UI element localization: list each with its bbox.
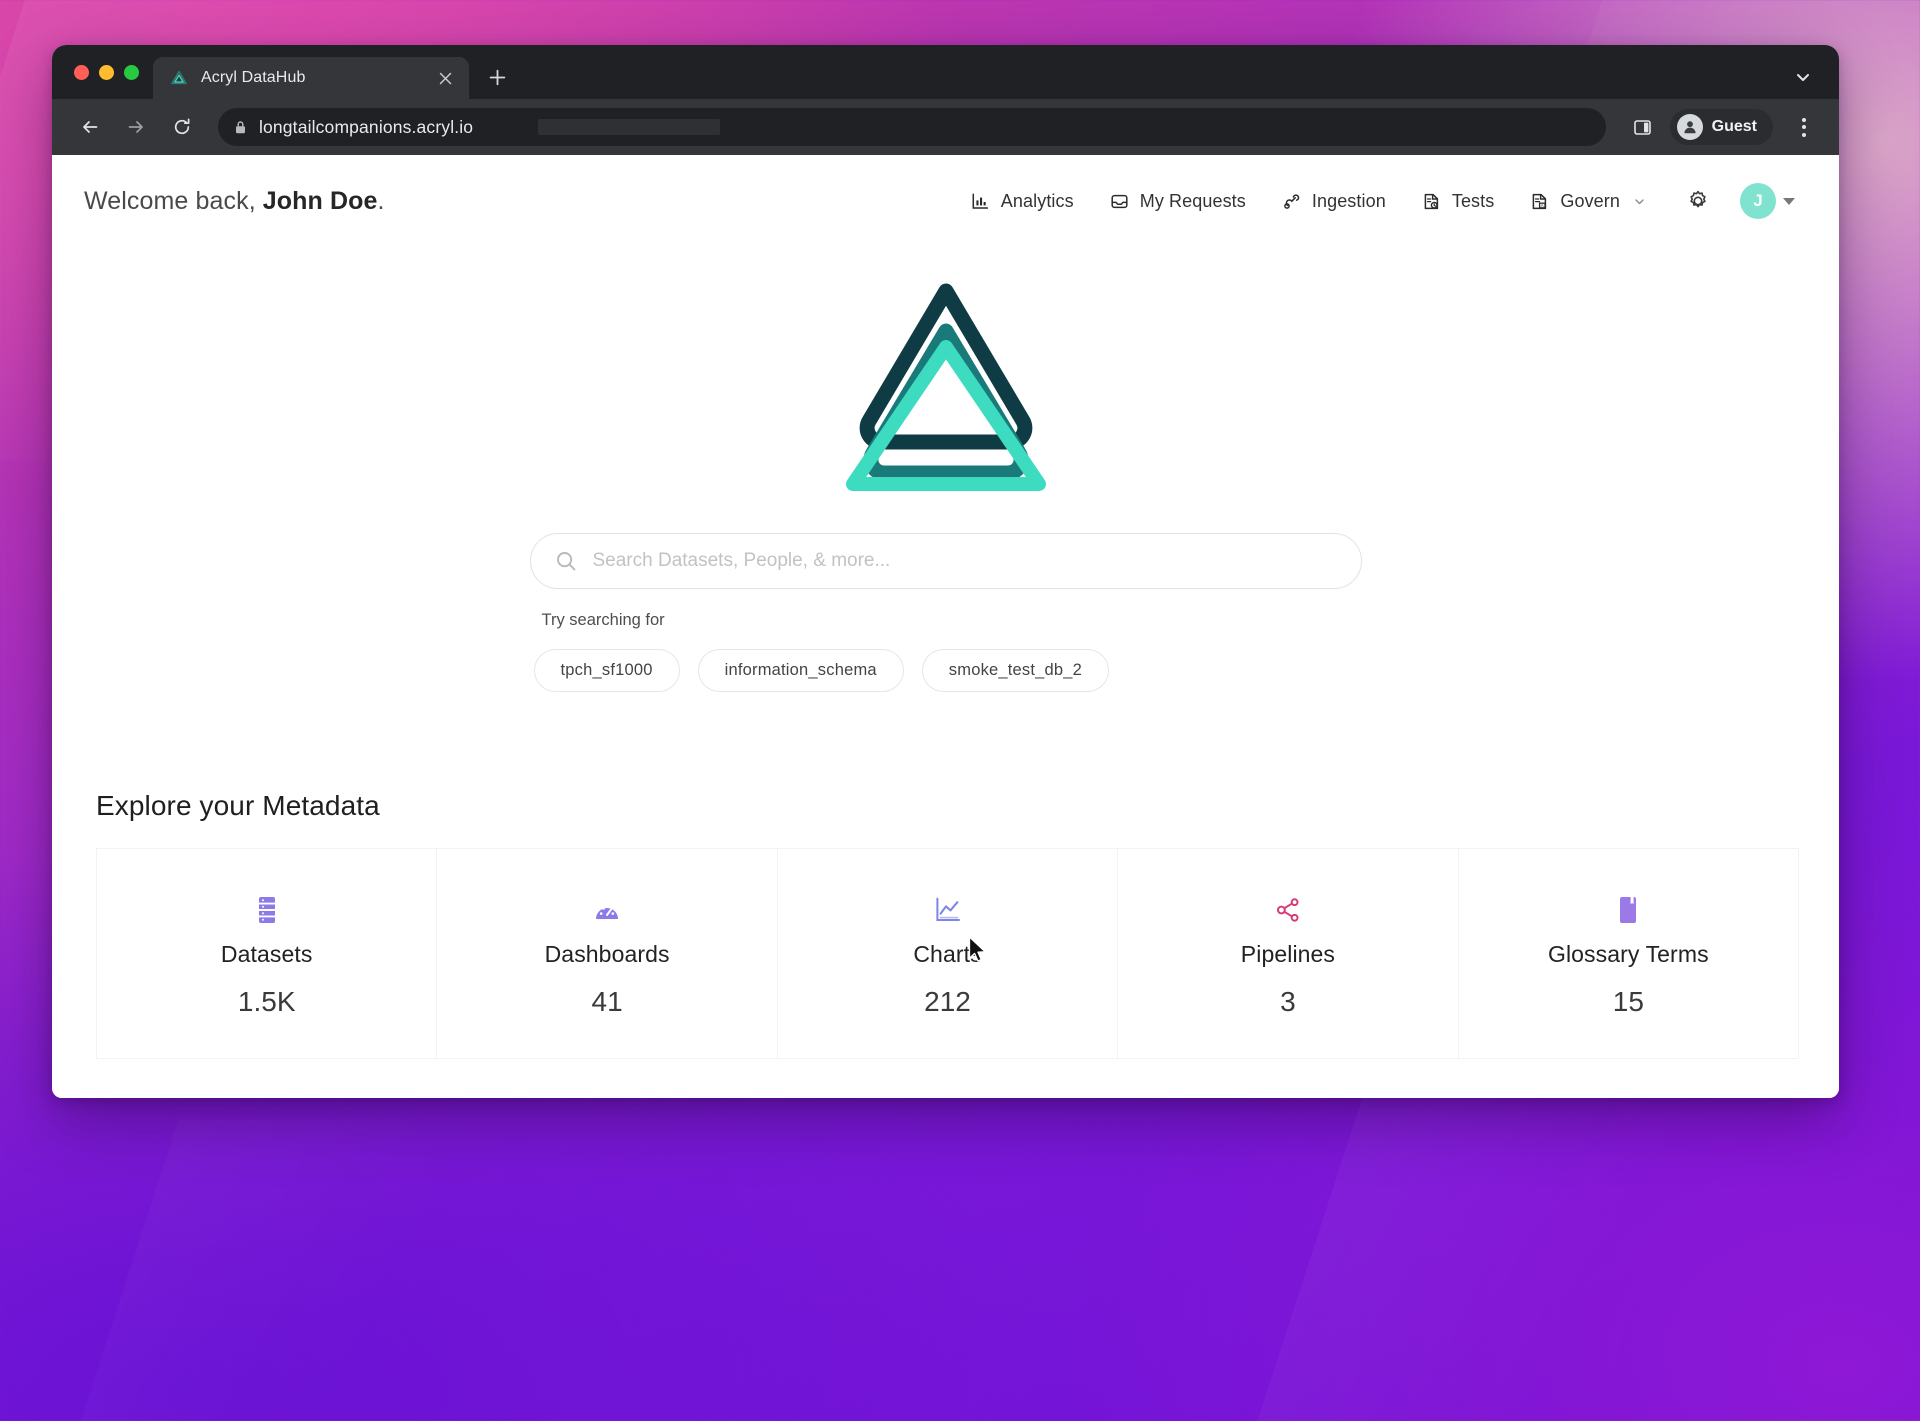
new-tab-button[interactable] [479,59,515,95]
avatar[interactable]: J [1740,183,1776,219]
ingestion-icon [1282,192,1301,211]
browser-window: Acryl DataHub longtailcompanions.acryl.i… [52,45,1839,1098]
browser-tab-title: Acryl DataHub [201,69,306,86]
metadata-card-label: Pipelines [1240,941,1336,967]
nav-item-govern[interactable]: A Govern [1512,181,1664,222]
suggestion-pill[interactable]: tpch_sf1000 [533,649,680,692]
metadata-card-charts[interactable]: Charts 212 [776,849,1119,1058]
wallpaper-streak [1231,1080,1789,1421]
welcome-prefix: Welcome back, [84,186,263,215]
search-box[interactable] [529,533,1362,589]
profile-button[interactable]: Guest [1669,109,1773,145]
tab-search-button[interactable] [1789,63,1817,91]
address-bar-url: longtailcompanions.acryl.io [259,116,474,137]
metadata-card-dashboards[interactable]: Dashboards 41 [436,849,778,1058]
browser-tab[interactable]: Acryl DataHub [153,57,469,99]
nav-item-analytics[interactable]: Analytics [953,181,1092,222]
explore-section: Explore your Metadata Datasets 1.5K Dash… [52,790,1839,1098]
nav-item-my-requests[interactable]: My Requests [1092,181,1264,222]
metadata-card-label: Charts [913,941,982,967]
explore-title: Explore your Metadata [96,790,380,821]
metadata-card-count: 212 [924,986,971,1017]
lock-icon [234,120,247,135]
chevron-down-icon[interactable] [1633,195,1646,208]
metadata-card-glossary-terms[interactable]: Glossary Terms 15 [1457,849,1800,1058]
metadata-card-pipelines[interactable]: Pipelines 3 [1117,849,1459,1058]
app-nav-items: Analytics My Requests Ingestion Tests A … [953,181,1795,222]
gear-icon[interactable] [1678,181,1718,221]
side-panel-icon[interactable] [1626,110,1660,144]
metadata-card-count: 1.5K [237,986,296,1017]
bar-chart-icon [971,192,990,211]
kebab-menu-icon[interactable] [1787,110,1821,144]
try-searching-section: Try searching for tpch_sf1000 informatio… [530,611,1362,692]
metadata-card-label: Datasets [220,941,313,967]
nav-label: Govern [1560,190,1620,211]
welcome-message: Welcome back, John Doe. [84,187,385,216]
inbox-icon [1110,192,1129,211]
metadata-card-label: Glossary Terms [1547,941,1709,967]
datahub-logo-icon [169,68,189,88]
datahub-logo [841,269,1051,499]
app-top-nav: Welcome back, John Doe. Analytics My Req… [52,155,1839,247]
window-traffic-lights [68,45,153,99]
metadata-card-count: 15 [1612,986,1644,1017]
nav-item-tests[interactable]: Tests [1404,181,1513,222]
welcome-username: John Doe [262,186,378,215]
forward-button[interactable] [118,109,154,145]
welcome-suffix: . [377,186,385,215]
suggestion-pills: tpch_sf1000 information_schema smoke_tes… [533,649,1362,692]
govern-document-icon: A [1530,192,1549,211]
caret-down-icon[interactable] [1783,197,1795,205]
nav-label: My Requests [1139,190,1246,211]
search-row [52,533,1839,589]
nav-label: Analytics [1000,190,1074,211]
reload-button[interactable] [164,109,200,145]
test-document-icon [1422,192,1441,211]
try-searching-label: Try searching for [541,611,665,629]
pipeline-icon [1126,893,1449,927]
suggestion-pill[interactable]: smoke_test_db_2 [921,649,1110,692]
profile-label: Guest [1711,118,1757,135]
avatar-initial: J [1753,191,1763,210]
nav-label: Tests [1451,190,1495,211]
chart-icon [786,893,1109,927]
browser-toolbar: longtailcompanions.acryl.io Guest [52,99,1839,155]
address-bar-selection [538,119,720,135]
svg-text:A: A [1541,203,1544,208]
metadata-card-row: Datasets 1.5K Dashboards 41 Charts 212 P… [96,848,1800,1059]
search-icon [555,550,577,572]
window-maximize-button[interactable] [124,64,139,80]
window-close-button[interactable] [74,64,89,80]
metadata-card-label: Dashboards [544,941,670,967]
hero-section: Try searching for tpch_sf1000 informatio… [52,247,1839,692]
browser-tab-strip: Acryl DataHub [52,45,1839,99]
window-minimize-button[interactable] [99,64,114,80]
suggestion-pill[interactable]: information_schema [697,649,904,692]
app-page: Welcome back, John Doe. Analytics My Req… [52,155,1839,1098]
address-bar[interactable]: longtailcompanions.acryl.io [218,108,1606,146]
metadata-card-count: 41 [591,986,623,1017]
nav-item-ingestion[interactable]: Ingestion [1264,181,1404,222]
dataset-icon [105,893,428,927]
glossary-icon [1467,893,1790,927]
person-icon [1676,114,1703,140]
dashboard-icon [445,893,768,927]
close-icon[interactable] [433,66,457,90]
metadata-card-count: 3 [1280,986,1296,1017]
search-input[interactable] [592,550,1337,572]
back-button[interactable] [72,109,108,145]
nav-label: Ingestion [1311,190,1386,211]
metadata-card-datasets[interactable]: Datasets 1.5K [96,849,438,1058]
wallpaper-streak [61,1120,559,1421]
user-menu[interactable]: J [1740,183,1795,219]
